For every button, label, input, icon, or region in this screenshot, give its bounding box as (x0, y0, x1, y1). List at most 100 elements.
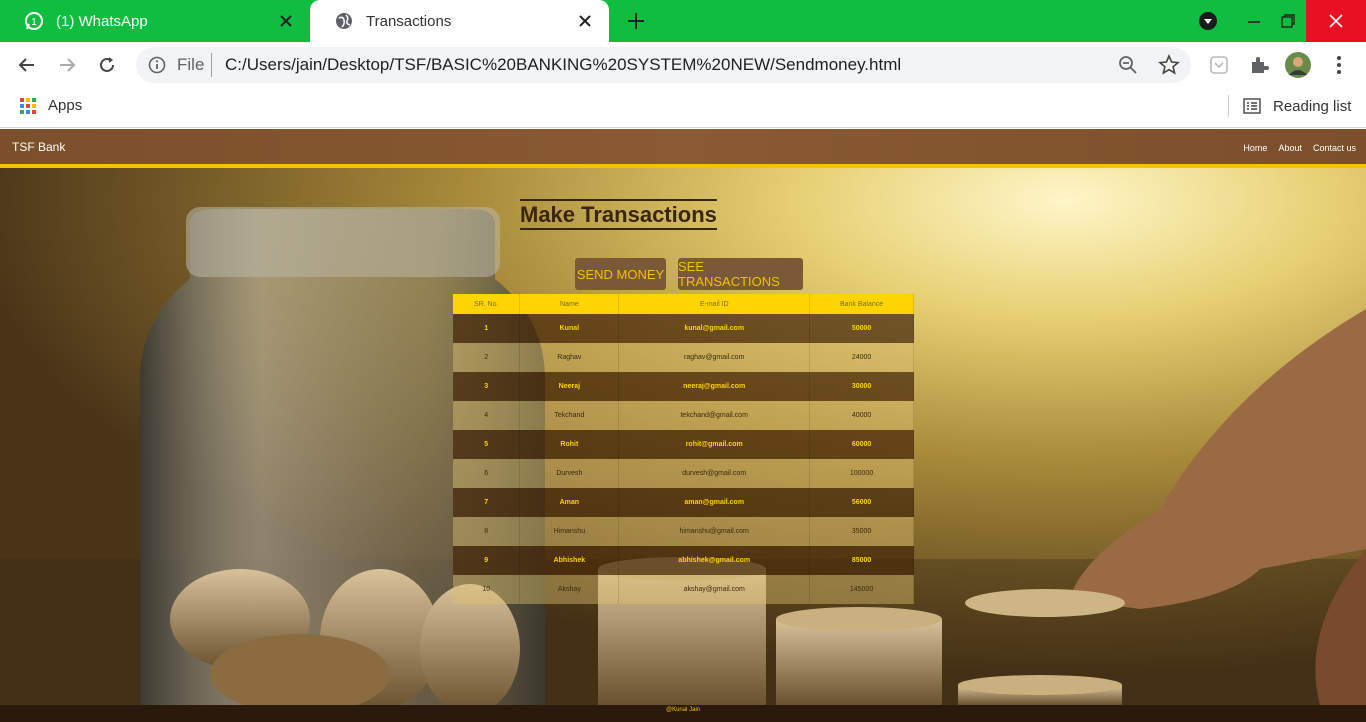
cell-name: Kunal (519, 314, 620, 343)
cell-balance: 100000 (809, 459, 914, 488)
bookmarks-bar: Apps Reading list (0, 88, 1366, 128)
cell-name: Aman (519, 488, 620, 517)
cell-balance: 24000 (809, 343, 914, 372)
customers-table: SR. No. Name E-mail ID Bank Balance 1 Ku… (453, 294, 914, 604)
tab-search-icon[interactable] (1196, 0, 1220, 42)
cell-sr-no: 2 (453, 343, 521, 372)
cell-name: Durvesh (519, 459, 620, 488)
cell-email: aman@gmail.com (618, 488, 811, 517)
tab-whatsapp[interactable]: 1 (1) WhatsApp (0, 0, 310, 42)
cell-sr-no: 7 (453, 488, 521, 517)
browser-toolbar: File C:/Users/jain/Desktop/TSF/BASIC%20B… (0, 42, 1366, 88)
back-icon[interactable] (14, 52, 40, 78)
table-row: 4 Tekchand tekchand@gmail.com 40000 (453, 401, 914, 430)
cell-email: raghav@gmail.com (618, 343, 811, 372)
apps-label: Apps (48, 97, 83, 114)
reading-list-label: Reading list (1273, 97, 1352, 115)
close-tab-icon[interactable] (276, 11, 296, 31)
cell-balance: 56000 (809, 488, 914, 517)
cell-email: kunal@gmail.com (618, 314, 811, 343)
divider (211, 53, 212, 77)
site-footer: @Kunal Jain (0, 705, 1366, 722)
cell-sr-no: 5 (453, 430, 521, 459)
table-row: 8 Himanshu himanshu@gmail.com 35000 (453, 517, 914, 546)
menu-kebab-icon[interactable] (1326, 52, 1352, 78)
cell-email: tekchand@gmail.com (618, 401, 811, 430)
profile-avatar[interactable] (1285, 52, 1311, 78)
cell-sr-no: 10 (453, 575, 521, 604)
cell-balance: 35000 (809, 517, 914, 546)
pocket-extension-icon[interactable] (1206, 52, 1232, 78)
table-row: 6 Durvesh durvesh@gmail.com 100000 (453, 459, 914, 488)
cell-email: rohit@gmail.com (618, 430, 811, 459)
cell-name: Himanshu (519, 517, 620, 546)
cell-name: Akshay (519, 575, 620, 604)
cell-sr-no: 9 (453, 546, 521, 575)
address-bar[interactable]: File C:/Users/jain/Desktop/TSF/BASIC%20B… (136, 47, 1191, 83)
nav-link-home[interactable]: Home (1243, 143, 1267, 153)
table-row: 9 Abhishek abhishek@gmail.com 85000 (453, 546, 914, 575)
tab-title: Transactions (366, 12, 452, 30)
column-header: Name (519, 294, 620, 314)
zoom-out-icon[interactable] (1118, 55, 1138, 75)
cell-balance: 40000 (809, 401, 914, 430)
cell-sr-no: 6 (453, 459, 521, 488)
column-header: Bank Balance (809, 294, 914, 314)
table-row: 7 Aman aman@gmail.com 56000 (453, 488, 914, 517)
extensions-puzzle-icon[interactable] (1246, 52, 1272, 78)
table-row: 1 Kunal kunal@gmail.com 50000 (453, 314, 914, 343)
apps-grid-icon (20, 97, 36, 114)
site-nav-links: Home About Contact us (1243, 143, 1356, 153)
cell-email: himanshu@gmail.com (618, 517, 811, 546)
site-navbar: TSF Bank Home About Contact us (0, 129, 1366, 168)
table-row: 5 Rohit rohit@gmail.com 60000 (453, 430, 914, 459)
footer-credit: @Kunal Jain (666, 707, 701, 713)
cell-balance: 60000 (809, 430, 914, 459)
reading-list-icon (1243, 98, 1261, 114)
info-icon[interactable] (148, 56, 166, 74)
cell-name: Raghav (519, 343, 620, 372)
cell-name: Tekchand (519, 401, 620, 430)
cell-email: neeraj@gmail.com (618, 372, 811, 401)
cell-email: akshay@gmail.com (618, 575, 811, 604)
cell-balance: 85000 (809, 546, 914, 575)
table-row: 10 Akshay akshay@gmail.com 145000 (453, 575, 914, 604)
table-header-row: SR. No. Name E-mail ID Bank Balance (453, 294, 914, 314)
cell-name: Neeraj (519, 372, 620, 401)
nav-link-about[interactable]: About (1278, 143, 1302, 153)
apps-shortcut[interactable]: Apps (20, 97, 82, 114)
reload-icon[interactable] (94, 52, 120, 78)
divider (1228, 95, 1229, 117)
minimize-icon[interactable] (1240, 0, 1268, 42)
cell-email: abhishek@gmail.com (618, 546, 811, 575)
url-scheme: File (177, 55, 205, 74)
table-row: 3 Neeraj neeraj@gmail.com 30000 (453, 372, 914, 401)
page-title: Make Transactions (520, 199, 717, 230)
table-row: 2 Raghav raghav@gmail.com 24000 (453, 343, 914, 372)
nav-link-contact[interactable]: Contact us (1313, 143, 1356, 153)
whatsapp-icon: 1 (24, 11, 44, 31)
reading-list-button[interactable]: Reading list (1228, 95, 1351, 117)
cell-balance: 30000 (809, 372, 914, 401)
cell-sr-no: 8 (453, 517, 521, 546)
new-tab-button[interactable] (624, 9, 648, 33)
site-brand[interactable]: TSF Bank (12, 140, 65, 154)
tab-transactions[interactable]: Transactions (310, 0, 609, 42)
url-text[interactable]: C:/Users/jain/Desktop/TSF/BASIC%20BANKIN… (225, 55, 901, 75)
close-window-icon[interactable] (1306, 0, 1366, 42)
tab-title: (1) WhatsApp (56, 12, 148, 30)
cell-sr-no: 1 (453, 314, 521, 343)
send-money-button[interactable]: SEND MONEY (575, 258, 666, 290)
svg-text:1: 1 (31, 17, 37, 28)
see-transactions-button[interactable]: SEE TRANSACTIONS (678, 258, 803, 290)
forward-icon[interactable] (54, 52, 80, 78)
cell-name: Rohit (519, 430, 620, 459)
close-tab-icon[interactable] (575, 11, 595, 31)
cell-sr-no: 4 (453, 401, 521, 430)
column-header: SR. No. (453, 294, 521, 314)
cell-balance: 145000 (809, 575, 914, 604)
cell-sr-no: 3 (453, 372, 521, 401)
bookmark-star-icon[interactable] (1158, 53, 1180, 76)
maximize-icon[interactable] (1274, 0, 1302, 42)
cell-email: durvesh@gmail.com (618, 459, 811, 488)
